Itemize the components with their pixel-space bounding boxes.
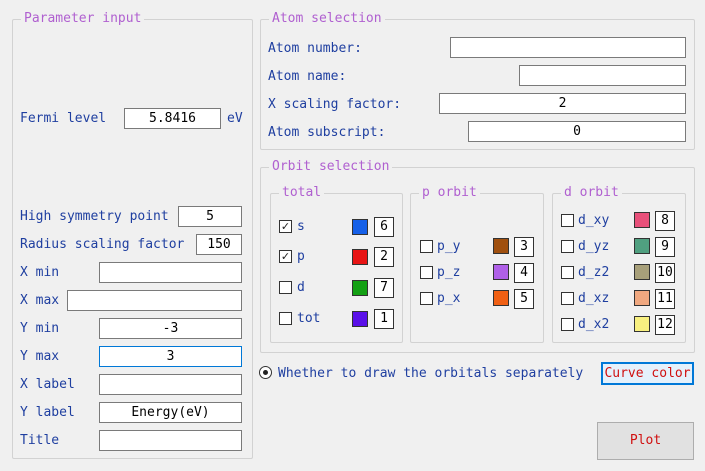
d-z2-number[interactable]: 10: [655, 263, 675, 283]
d-z2-color-swatch[interactable]: [634, 264, 650, 280]
d-x2-label: d_x2: [578, 317, 610, 332]
total-tot-label: tot: [297, 311, 321, 326]
total-d-color-swatch[interactable]: [352, 280, 368, 296]
y-min-input[interactable]: [99, 318, 242, 339]
title-label: Title: [20, 433, 60, 448]
parameter-input-title: Parameter input: [21, 11, 145, 27]
d-yz-checkbox[interactable]: [561, 240, 574, 253]
d-yz-label: d_yz: [578, 239, 610, 254]
d-z2-label: d_z2: [578, 265, 610, 280]
d-x2-checkbox[interactable]: [561, 318, 574, 331]
high-symmetry-point-input[interactable]: [178, 206, 242, 227]
y-max-label: Y max: [20, 349, 60, 364]
p-orbit-title: p orbit: [419, 185, 480, 201]
y-label-input[interactable]: [99, 402, 242, 423]
atom-name-label: Atom name:: [268, 69, 347, 84]
y-max-input[interactable]: [99, 346, 242, 367]
d-z2-checkbox[interactable]: [561, 266, 574, 279]
curve-color-button[interactable]: Curve color: [601, 362, 694, 385]
total-p-checkbox[interactable]: ✓: [279, 250, 292, 263]
y-min-label: Y min: [20, 321, 60, 336]
plot-button[interactable]: Plot: [597, 422, 694, 460]
atom-number-label: Atom number:: [268, 41, 362, 56]
d-x2-number[interactable]: 12: [655, 315, 675, 335]
title-input[interactable]: [99, 430, 242, 451]
draw-separately-label[interactable]: Whether to draw the orbitals separately: [278, 366, 583, 382]
d-yz-color-swatch[interactable]: [634, 238, 650, 254]
p-y-color-swatch[interactable]: [493, 238, 509, 254]
total-d-label: d: [297, 280, 305, 295]
d-xy-color-swatch[interactable]: [634, 212, 650, 228]
total-tot-color-swatch[interactable]: [352, 311, 368, 327]
x-min-input[interactable]: [99, 262, 242, 283]
x-scaling-factor-label: X scaling factor:: [268, 97, 402, 112]
fermi-level-label: Fermi level: [20, 111, 107, 126]
d-xz-color-swatch[interactable]: [634, 290, 650, 306]
x-max-label: X max: [20, 293, 60, 308]
d-x2-color-swatch[interactable]: [634, 316, 650, 332]
total-tot-checkbox[interactable]: [279, 312, 292, 325]
x-scaling-factor-input[interactable]: [439, 93, 686, 114]
total-d-checkbox[interactable]: [279, 281, 292, 294]
d-xz-label: d_xz: [578, 291, 610, 306]
d-xy-label: d_xy: [578, 213, 610, 228]
p-z-checkbox[interactable]: [420, 266, 433, 279]
total-s-color-swatch[interactable]: [352, 219, 368, 235]
radius-scaling-factor-input[interactable]: [196, 234, 242, 255]
orbit-selection-title: Orbit selection: [269, 159, 393, 175]
p-z-number[interactable]: 4: [514, 263, 534, 283]
atom-subscript-label: Atom subscript:: [268, 125, 386, 140]
d-yz-number[interactable]: 9: [655, 237, 675, 257]
atom-name-input[interactable]: [519, 65, 686, 86]
x-min-label: X min: [20, 265, 60, 280]
p-x-label: p_x: [437, 291, 461, 306]
d-xz-checkbox[interactable]: [561, 292, 574, 305]
atom-number-input[interactable]: [450, 37, 686, 58]
p-z-label: p_z: [437, 265, 461, 280]
p-x-color-swatch[interactable]: [493, 290, 509, 306]
x-label-input[interactable]: [99, 374, 242, 395]
total-d-number[interactable]: 7: [374, 278, 394, 298]
fermi-unit-label: eV: [227, 111, 243, 126]
d-orbit-title: d orbit: [561, 185, 622, 201]
atom-subscript-input[interactable]: [468, 121, 686, 142]
total-tot-number[interactable]: 1: [374, 309, 394, 329]
p-y-checkbox[interactable]: [420, 240, 433, 253]
d-xz-number[interactable]: 11: [655, 289, 675, 309]
radius-scaling-factor-label: Radius scaling factor: [20, 237, 185, 252]
p-x-checkbox[interactable]: [420, 292, 433, 305]
total-s-label: s: [297, 219, 305, 234]
x-label-label: X label: [20, 377, 75, 392]
p-y-label: p_y: [437, 239, 461, 254]
total-s-number[interactable]: 6: [374, 217, 394, 237]
total-s-checkbox[interactable]: ✓: [279, 220, 292, 233]
total-p-number[interactable]: 2: [374, 247, 394, 267]
p-y-number[interactable]: 3: [514, 237, 534, 257]
atom-selection-title: Atom selection: [269, 11, 385, 27]
x-max-input[interactable]: [67, 290, 242, 311]
y-label-label: Y label: [20, 405, 75, 420]
p-x-number[interactable]: 5: [514, 289, 534, 309]
fermi-level-input[interactable]: [124, 108, 221, 129]
d-xy-checkbox[interactable]: [561, 214, 574, 227]
total-p-color-swatch[interactable]: [352, 249, 368, 265]
high-symmetry-point-label: High symmetry point: [20, 209, 169, 224]
draw-separately-radio[interactable]: [259, 366, 272, 379]
total-p-label: p: [297, 249, 305, 264]
d-xy-number[interactable]: 8: [655, 211, 675, 231]
total-orbit-title: total: [279, 185, 325, 201]
p-z-color-swatch[interactable]: [493, 264, 509, 280]
